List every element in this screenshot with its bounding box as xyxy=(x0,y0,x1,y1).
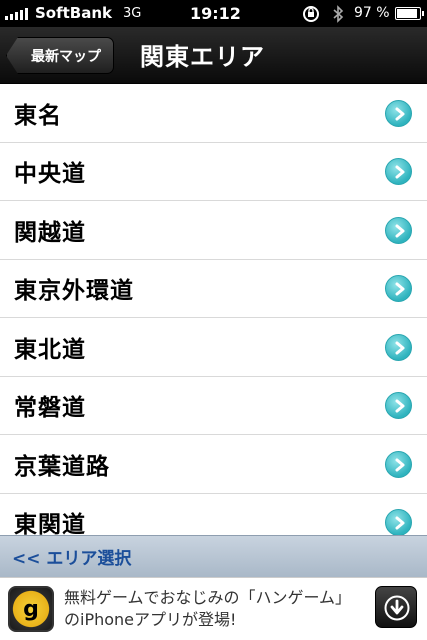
rotation-lock-icon xyxy=(303,6,319,22)
download-arrow-icon xyxy=(384,595,410,621)
ad-banner[interactable]: g 無料ゲームでおなじみの「ハンゲーム」のiPhoneアプリが登場! xyxy=(0,577,427,640)
disclosure-chevron-icon[interactable] xyxy=(385,392,412,420)
hangame-logo-icon: g xyxy=(8,586,54,632)
battery-percent: 97 % xyxy=(354,5,390,21)
back-button[interactable]: 最新マップ xyxy=(6,37,114,74)
list-item[interactable]: 東名 xyxy=(0,84,427,143)
list-item-label: 関越道 xyxy=(14,219,86,246)
list-item[interactable]: 京葉道路 xyxy=(0,435,427,494)
disclosure-chevron-icon[interactable] xyxy=(385,333,412,361)
list-item-label: 京葉道路 xyxy=(14,453,110,480)
ad-text: 無料ゲームでおなじみの「ハンゲーム」のiPhoneアプリが登場! xyxy=(64,588,352,629)
list-item[interactable]: 東北道 xyxy=(0,318,427,377)
ad-icon-letter: g xyxy=(23,596,39,622)
list-item[interactable]: 関越道 xyxy=(0,201,427,260)
disclosure-chevron-icon[interactable] xyxy=(385,509,412,535)
page-title: 関東エリア xyxy=(140,43,265,71)
list-item-label: 東京外環道 xyxy=(14,278,134,305)
list-item[interactable]: 中央道 xyxy=(0,143,427,201)
download-button[interactable] xyxy=(375,586,417,628)
disclosure-chevron-icon[interactable] xyxy=(385,99,412,127)
list-item-label: 中央道 xyxy=(14,161,86,188)
carrier-name: SoftBank xyxy=(35,4,113,22)
list-item[interactable]: 東関道 xyxy=(0,494,427,535)
bluetooth-icon xyxy=(333,5,344,23)
list-item-label: 東名 xyxy=(14,102,62,129)
battery-icon xyxy=(395,7,424,20)
list-item-label: 東関道 xyxy=(14,512,86,535)
disclosure-chevron-icon[interactable] xyxy=(385,275,412,303)
signal-strength-icon xyxy=(5,8,28,20)
disclosure-chevron-icon[interactable] xyxy=(385,158,412,186)
status-bar: SoftBank 3G 19:12 97 % xyxy=(0,0,427,27)
route-list: 東名中央道関越道東京外環道東北道常磐道京葉道路東関道 xyxy=(0,84,427,535)
list-item-label: 東北道 xyxy=(14,336,86,363)
network-type: 3G xyxy=(123,6,142,21)
navigation-bar: 最新マップ 関東エリア xyxy=(0,27,427,84)
list-item-label: 常磐道 xyxy=(14,395,86,422)
status-time: 19:12 xyxy=(190,4,241,23)
list-item[interactable]: 常磐道 xyxy=(0,377,427,435)
disclosure-chevron-icon[interactable] xyxy=(385,216,412,244)
area-select-bar: << エリア選択 xyxy=(0,535,427,577)
list-item[interactable]: 東京外環道 xyxy=(0,260,427,318)
battery-fill xyxy=(397,9,418,18)
area-select-link[interactable]: << エリア選択 xyxy=(12,544,131,569)
disclosure-chevron-icon[interactable] xyxy=(385,450,412,478)
